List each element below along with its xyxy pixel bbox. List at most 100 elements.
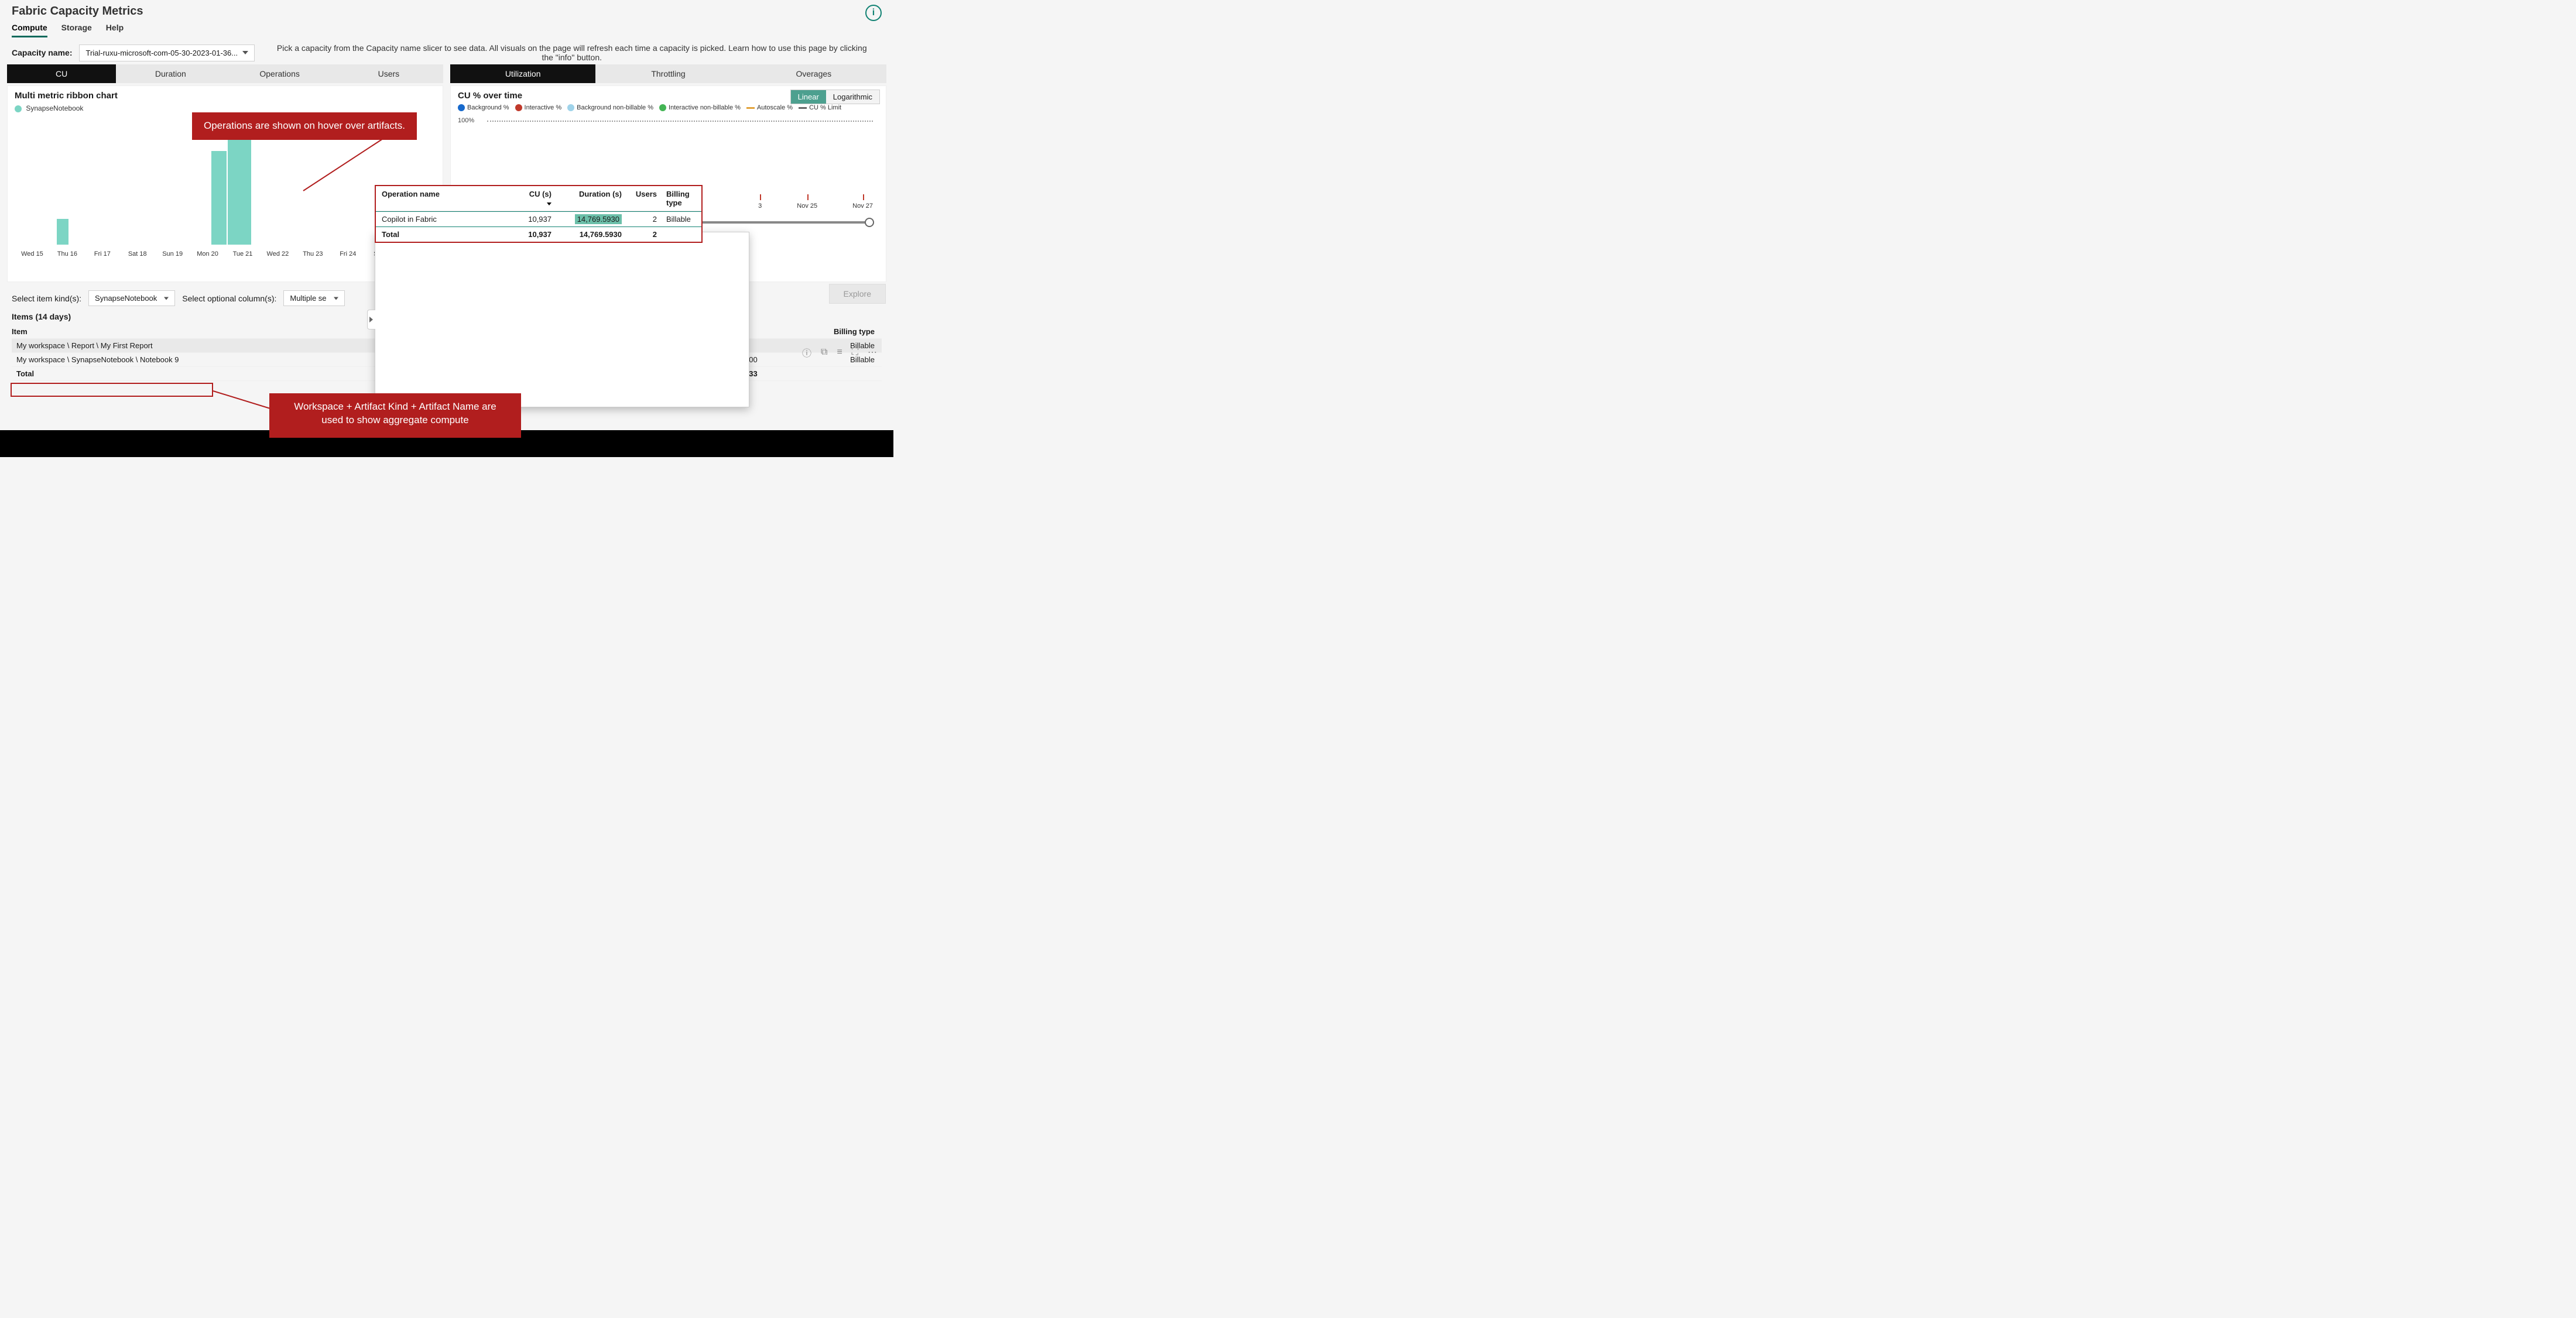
ribbon-legend: SynapseNotebook (15, 104, 436, 112)
subtab-overages[interactable]: Overages (741, 64, 886, 83)
right-subtabs: Utilization Throttling Overages (450, 64, 886, 83)
operation-tooltip: Operation name CU (s) Duration (s) Users… (375, 185, 703, 243)
subtab-cu[interactable]: CU (7, 64, 116, 83)
xlabel: Wed 15 (15, 250, 50, 258)
bar-tue21[interactable] (211, 151, 227, 245)
capacity-label: Capacity name: (12, 48, 72, 57)
tt-total-users: 2 (622, 230, 657, 239)
tt-op: Copilot in Fabric (382, 215, 499, 224)
tt-total-label: Total (382, 230, 499, 239)
table-toolbar: ⓘ ⧉ ≡ ⛶ ⋯ (802, 345, 877, 359)
tt-total-cu: 10,937 (499, 230, 551, 239)
header: Fabric Capacity Metrics Compute Storage … (0, 0, 893, 37)
xlabel: Wed 22 (260, 250, 295, 258)
item-kind-select[interactable]: SynapseNotebook (88, 290, 175, 306)
col-item[interactable]: Item (12, 327, 28, 336)
legend-dot-icon (515, 104, 522, 111)
capacity-row: Capacity name: Trial-ruxu-microsoft-com-… (0, 37, 893, 64)
callout-workspace: Workspace + Artifact Kind + Artifact Nam… (269, 393, 521, 438)
x-axis-labels: Wed 15 Thu 16 Fri 17 Sat 18 Sun 19 Mon 2… (15, 250, 436, 258)
helper-text: Pick a capacity from the Capacity name s… (262, 43, 882, 62)
x-tick: Nov 25 (797, 202, 817, 210)
more-icon[interactable]: ⋯ (868, 346, 877, 358)
tt-cu: 10,937 (499, 215, 551, 224)
scale-toggle: Linear Logarithmic (790, 90, 880, 104)
legend-label: CU % Limit (809, 104, 841, 111)
tt-total-dur: 14,769.5930 (551, 230, 622, 239)
scale-log-button[interactable]: Logarithmic (826, 90, 879, 104)
bar-wed22[interactable] (228, 124, 251, 245)
optional-col-select[interactable]: Multiple se (283, 290, 344, 306)
x-tick: Nov 27 (852, 202, 873, 210)
col-billing[interactable]: Billing type (834, 327, 875, 336)
xlabel: Thu 23 (295, 250, 330, 258)
tab-storage[interactable]: Storage (61, 23, 92, 37)
tt-bill: Billable (657, 215, 696, 224)
xlabel: Thu 16 (50, 250, 85, 258)
capacity-select[interactable]: Trial-ruxu-microsoft-com-05-30-2023-01-3… (79, 44, 255, 61)
explore-button[interactable]: Explore (829, 284, 886, 304)
item-path: My workspace \ SynapseNotebook \ Noteboo… (16, 355, 239, 364)
legend-label: Interactive non-billable % (669, 104, 741, 111)
ribbon-chart-title: Multi metric ribbon chart (15, 91, 436, 101)
slider-thumb-right[interactable] (865, 218, 874, 227)
focus-icon[interactable]: ⛶ (852, 347, 858, 358)
nav-tabs: Compute Storage Help (12, 23, 882, 37)
x-tick: 3 (758, 202, 762, 210)
item-path: My workspace \ Report \ My First Report (16, 341, 239, 350)
left-subtabs: CU Duration Operations Users (7, 64, 443, 83)
xlabel: Mon 20 (190, 250, 225, 258)
y-ref-label: 100% (458, 117, 474, 124)
cu-legend: Background % Interactive % Background no… (458, 104, 879, 111)
scale-linear-button[interactable]: Linear (791, 90, 826, 104)
bar-thu16[interactable] (57, 219, 68, 245)
legend-line-icon (746, 107, 755, 109)
callout-operations: Operations are shown on hover over artif… (192, 112, 417, 140)
help-icon[interactable]: ⓘ (802, 345, 811, 359)
subtab-operations[interactable]: Operations (225, 64, 334, 83)
xlabel: Sun 19 (155, 250, 190, 258)
tt-dur: 14,769.5930 (575, 214, 622, 224)
tt-col-users[interactable]: Users (636, 190, 657, 198)
dropdown-handle-icon[interactable] (367, 310, 375, 330)
legend-dot-icon (458, 104, 465, 111)
info-icon[interactable]: i (865, 5, 882, 21)
legend-label: Background % (467, 104, 509, 111)
tt-col-cu[interactable]: CU (s) (529, 190, 551, 198)
item-kind-label: Select item kind(s): (12, 294, 81, 303)
tt-col-dur[interactable]: Duration (s) (579, 190, 622, 198)
legend-swatch-icon (15, 105, 22, 112)
tt-col-bill[interactable]: Billing type (666, 190, 690, 207)
cu-x-axis: 3 Nov 25 Nov 27 (758, 202, 873, 210)
legend-dot-icon (659, 104, 666, 111)
xlabel: Sat 18 (120, 250, 155, 258)
subtab-utilization[interactable]: Utilization (450, 64, 595, 83)
page-title: Fabric Capacity Metrics (12, 5, 882, 18)
filter-icon[interactable]: ≡ (837, 347, 842, 358)
subtab-users[interactable]: Users (334, 64, 443, 83)
cu-limit-line (487, 121, 873, 122)
xlabel: Tue 21 (225, 250, 261, 258)
subtab-duration[interactable]: Duration (116, 64, 225, 83)
tab-help[interactable]: Help (106, 23, 124, 37)
subtab-throttling[interactable]: Throttling (595, 64, 741, 83)
sort-desc-icon (547, 202, 551, 205)
tab-compute[interactable]: Compute (12, 23, 47, 37)
tooltip-total-row: Total 10,937 14,769.5930 2 (376, 226, 701, 242)
legend-label: SynapseNotebook (26, 104, 83, 112)
tt-users: 2 (622, 215, 657, 224)
total-label: Total (16, 369, 239, 378)
tooltip-row[interactable]: Copilot in Fabric 10,937 14,769.5930 2 B… (376, 211, 701, 226)
item-highlight (11, 383, 213, 397)
optional-col-label: Select optional column(s): (182, 294, 276, 303)
legend-line-icon (799, 107, 807, 109)
copy-icon[interactable]: ⧉ (821, 347, 827, 358)
legend-dot-icon (567, 104, 574, 111)
tooltip-header: Operation name CU (s) Duration (s) Users… (376, 186, 701, 211)
legend-label: Autoscale % (757, 104, 793, 111)
hover-dropdown-panel (375, 232, 749, 407)
xlabel: Fri 17 (85, 250, 120, 258)
legend-label: Background non-billable % (577, 104, 653, 111)
legend-label: Interactive % (525, 104, 562, 111)
xlabel: Fri 24 (330, 250, 365, 258)
